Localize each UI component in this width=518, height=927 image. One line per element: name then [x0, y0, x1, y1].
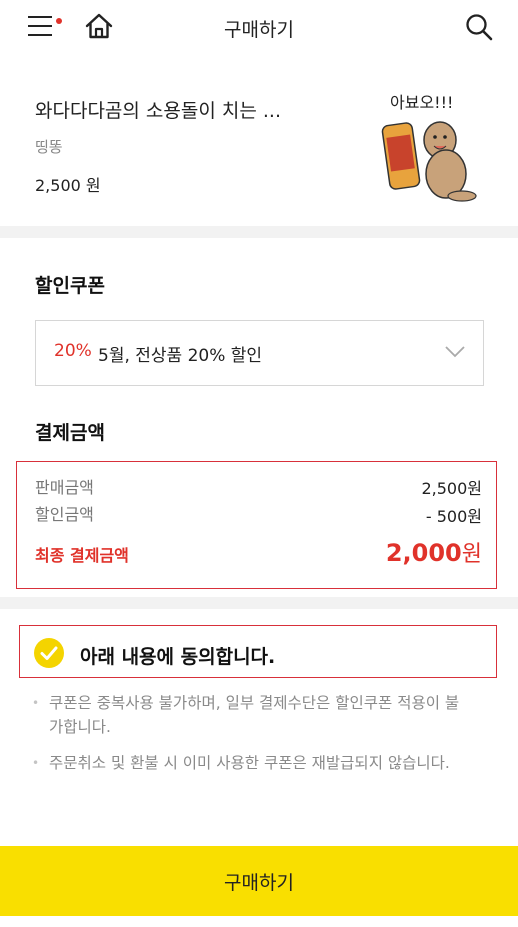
- notice-item: 쿠폰은 중복사용 불가하며, 일부 결제수단은 할인쿠폰 적용이 불가합니다.: [32, 691, 472, 739]
- coupon-dropdown[interactable]: 20% 5월, 전상품 20% 할인: [35, 320, 484, 386]
- notice-item: 주문취소 및 환불 시 이미 사용한 쿠폰은 재발급되지 않습니다.: [32, 751, 472, 775]
- payment-summary: 판매금액 2,500원 할인금액 - 500원 최종 결제금액 2,000원: [16, 461, 497, 589]
- page-title: 구매하기: [224, 19, 294, 41]
- checkbox[interactable]: [34, 638, 64, 668]
- coupon-selected-label: 5월, 전상품 20% 할인: [98, 346, 263, 366]
- product-summary: 와다다다곰의 소용돌이 치는 ... 띵똥 2,500 원 아뵤오!!!: [0, 56, 518, 226]
- section-divider: [0, 597, 518, 609]
- coupon-percent: 20%: [54, 341, 92, 361]
- discount-amount-value: - 500원: [425, 507, 482, 526]
- discount-amount-label: 할인금액: [35, 505, 94, 524]
- buy-button[interactable]: 구매하기: [0, 846, 518, 916]
- final-amount-value: 2,000: [385, 539, 462, 567]
- top-app-bar: 구매하기: [0, 0, 518, 56]
- chevron-down-icon: [445, 346, 465, 358]
- sticker-caption: 아뵤오!!!: [390, 93, 453, 112]
- sale-amount-label: 판매금액: [35, 478, 94, 497]
- final-amount-unit: 원: [461, 542, 482, 567]
- search-icon: [466, 14, 493, 41]
- section-divider: [0, 226, 518, 238]
- payment-section-title: 결제금액: [35, 422, 105, 444]
- product-price: 2,500 원: [35, 176, 101, 195]
- product-name: 와다다다곰의 소용돌이 치는 ...: [35, 100, 281, 122]
- final-amount: 2,000원: [386, 536, 482, 568]
- sale-amount-value: 2,500원: [421, 479, 482, 498]
- agreement-checkbox-row[interactable]: 아래 내용에 동의합니다.: [19, 625, 497, 678]
- agreement-label: 아래 내용에 동의합니다.: [80, 646, 276, 668]
- checkmark-icon: [40, 646, 58, 660]
- notice-list: 쿠폰은 중복사용 불가하며, 일부 결제수단은 할인쿠폰 적용이 불가합니다. …: [32, 691, 472, 787]
- product-seller: 띵똥: [35, 138, 63, 156]
- coupon-section-title: 할인쿠폰: [35, 275, 105, 297]
- product-sticker-image: 아뵤오!!!: [381, 93, 477, 202]
- search-button[interactable]: [464, 12, 494, 42]
- final-amount-label: 최종 결제금액: [35, 546, 129, 565]
